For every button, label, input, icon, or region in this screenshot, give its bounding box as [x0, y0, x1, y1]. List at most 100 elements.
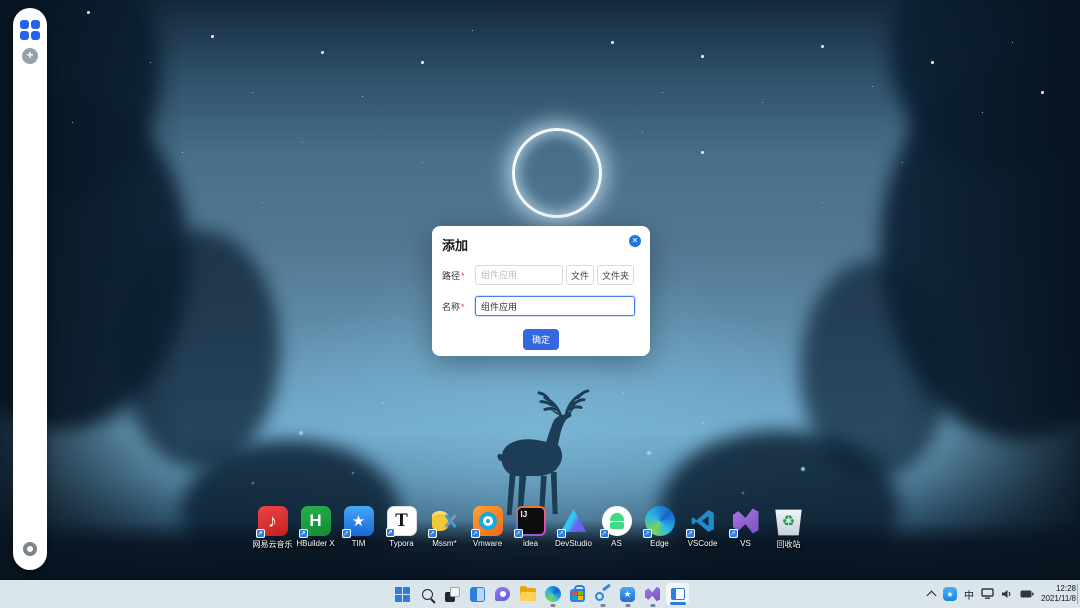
icon-label: Typora — [389, 539, 413, 548]
taskbar-store[interactable] — [565, 580, 590, 608]
shortcut-arrow-icon: ↗ — [428, 529, 437, 538]
desktop-icon-vscode[interactable]: ↗ VSCode — [681, 506, 724, 550]
active-indicator — [670, 602, 686, 605]
desktop-icon-tim[interactable]: ★ ↗ TIM — [337, 506, 380, 550]
tray-date: 2021/11/8 — [1041, 594, 1076, 604]
launcher-sidebar: + — [13, 8, 47, 570]
file-explorer-icon — [520, 588, 536, 601]
desktop-icon-idea[interactable]: IJ ↗ idea — [509, 506, 552, 550]
shortcut-arrow-icon: ↗ — [299, 529, 308, 538]
edge-icon — [545, 586, 561, 602]
tim-icon: ★ — [620, 587, 635, 602]
taskbar-visual-studio[interactable] — [640, 580, 665, 608]
shortcut-arrow-icon: ↗ — [557, 529, 566, 538]
taskbar-edge[interactable] — [540, 580, 565, 608]
desktop-icon-recycle-bin[interactable]: ♻ 回收站 — [767, 506, 810, 550]
required-star: * — [461, 302, 465, 312]
desktop-icon-row: ♪ ↗ 网易云音乐 H ↗ HBuilder X ★ ↗ TIM T ↗ Typ… — [251, 506, 810, 550]
shortcut-arrow-icon: ↗ — [471, 529, 480, 538]
edge-icon: ↗ — [645, 506, 675, 536]
moon-ring — [512, 128, 602, 218]
icon-label: Vmware — [473, 539, 502, 548]
vscode-icon: ↗ — [688, 506, 718, 536]
desktop-icon-netease-music[interactable]: ♪ ↗ 网易云音乐 — [251, 506, 294, 550]
desktop-icon-edge[interactable]: ↗ Edge — [638, 506, 681, 550]
icon-label: idea — [523, 539, 538, 548]
store-icon — [570, 589, 585, 602]
ime-indicator[interactable]: 中 — [964, 587, 974, 602]
icon-label: AS — [611, 539, 622, 548]
shortcut-arrow-icon: ↗ — [342, 529, 351, 538]
icon-label: DevStudio — [555, 539, 592, 548]
taskbar-chat[interactable] — [490, 580, 515, 608]
hbuilderx-icon: H ↗ — [301, 506, 331, 536]
recycle-bin-icon: ♻ — [774, 506, 804, 536]
idea-icon: IJ ↗ — [516, 506, 546, 536]
shortcut-arrow-icon: ↗ — [643, 529, 652, 538]
shortcut-arrow-icon: ↗ — [686, 529, 695, 538]
visual-studio-icon — [645, 587, 660, 602]
widgets-icon — [470, 587, 485, 602]
path-field-row: 路径* 文件 文件夹 — [442, 265, 640, 285]
start-button[interactable] — [390, 580, 415, 608]
app-grid-icon[interactable] — [20, 20, 40, 40]
shortcut-arrow-icon: ↗ — [600, 529, 609, 538]
network-icon[interactable] — [981, 588, 994, 600]
desktop: + 添加 ✕ 路径* 文件 文件夹 名称* 确定 ♪ ↗ 网易云音乐 H — [0, 0, 1080, 608]
volume-icon[interactable] — [1001, 588, 1013, 600]
steam-icon — [595, 586, 611, 602]
desktop-icon-visual-studio[interactable]: ↗ VS — [724, 506, 767, 550]
chat-icon — [495, 587, 510, 601]
add-dialog: 添加 ✕ 路径* 文件 文件夹 名称* 确定 — [432, 226, 650, 356]
tray-time: 12:28 — [1041, 584, 1076, 594]
dialog-title: 添加 — [442, 235, 640, 254]
taskbar-steam[interactable] — [590, 580, 615, 608]
running-indicator — [550, 604, 555, 607]
mssm-icon: ↗ — [430, 506, 460, 536]
name-input[interactable] — [475, 296, 635, 316]
name-field-row: 名称* — [442, 296, 640, 316]
shortcut-arrow-icon: ↗ — [514, 529, 523, 538]
clock[interactable]: 12:28 2021/11/8 — [1041, 584, 1076, 604]
path-input[interactable] — [475, 265, 563, 285]
path-label: 路径* — [442, 269, 475, 282]
hidden-icons-chevron-icon[interactable] — [928, 592, 936, 600]
close-icon[interactable]: ✕ — [629, 235, 641, 247]
typora-icon: T ↗ — [387, 506, 417, 536]
devstudio-icon: ↗ — [559, 506, 589, 536]
visual-studio-icon: ↗ — [731, 506, 761, 536]
taskbar-search[interactable] — [415, 580, 440, 608]
desktop-icon-hbuilderx[interactable]: H ↗ HBuilder X — [294, 506, 337, 550]
netease-music-icon: ♪ ↗ — [258, 506, 288, 536]
taskbar-widgets[interactable] — [465, 580, 490, 608]
icon-label: HBuilder X — [296, 539, 334, 548]
taskbar-file-explorer[interactable] — [515, 580, 540, 608]
tim-tray-icon[interactable]: ★ — [943, 587, 957, 601]
taskbar-center: ★ — [390, 580, 690, 608]
desktop-icon-typora[interactable]: T ↗ Typora — [380, 506, 423, 550]
desktop-icon-android-studio[interactable]: ↗ AS — [595, 506, 638, 550]
search-icon — [422, 589, 433, 600]
confirm-button[interactable]: 确定 — [523, 329, 559, 350]
desktop-icon-vmware[interactable]: ↗ Vmware — [466, 506, 509, 550]
shortcut-arrow-icon: ↗ — [729, 529, 738, 538]
plus-icon[interactable]: + — [22, 48, 38, 64]
icon-label: TIM — [352, 539, 366, 548]
task-view-icon — [445, 587, 460, 602]
shortcut-arrow-icon: ↗ — [256, 529, 265, 538]
name-label: 名称* — [442, 300, 475, 313]
taskbar-task-view[interactable] — [440, 580, 465, 608]
folder-button[interactable]: 文件夹 — [597, 265, 634, 285]
icon-label: VS — [740, 539, 751, 548]
taskbar-active-app[interactable] — [666, 583, 689, 605]
desktop-icon-mssm[interactable]: ↗ Mssm* — [423, 506, 466, 550]
running-indicator — [650, 604, 655, 607]
required-star: * — [461, 271, 465, 281]
battery-icon[interactable] — [1020, 589, 1034, 599]
taskbar-tim[interactable]: ★ — [615, 580, 640, 608]
file-button[interactable]: 文件 — [566, 265, 594, 285]
deer-silhouette — [478, 386, 600, 518]
icon-label: Edge — [650, 539, 669, 548]
ring-icon[interactable] — [23, 542, 37, 556]
desktop-icon-devstudio[interactable]: ↗ DevStudio — [552, 506, 595, 550]
